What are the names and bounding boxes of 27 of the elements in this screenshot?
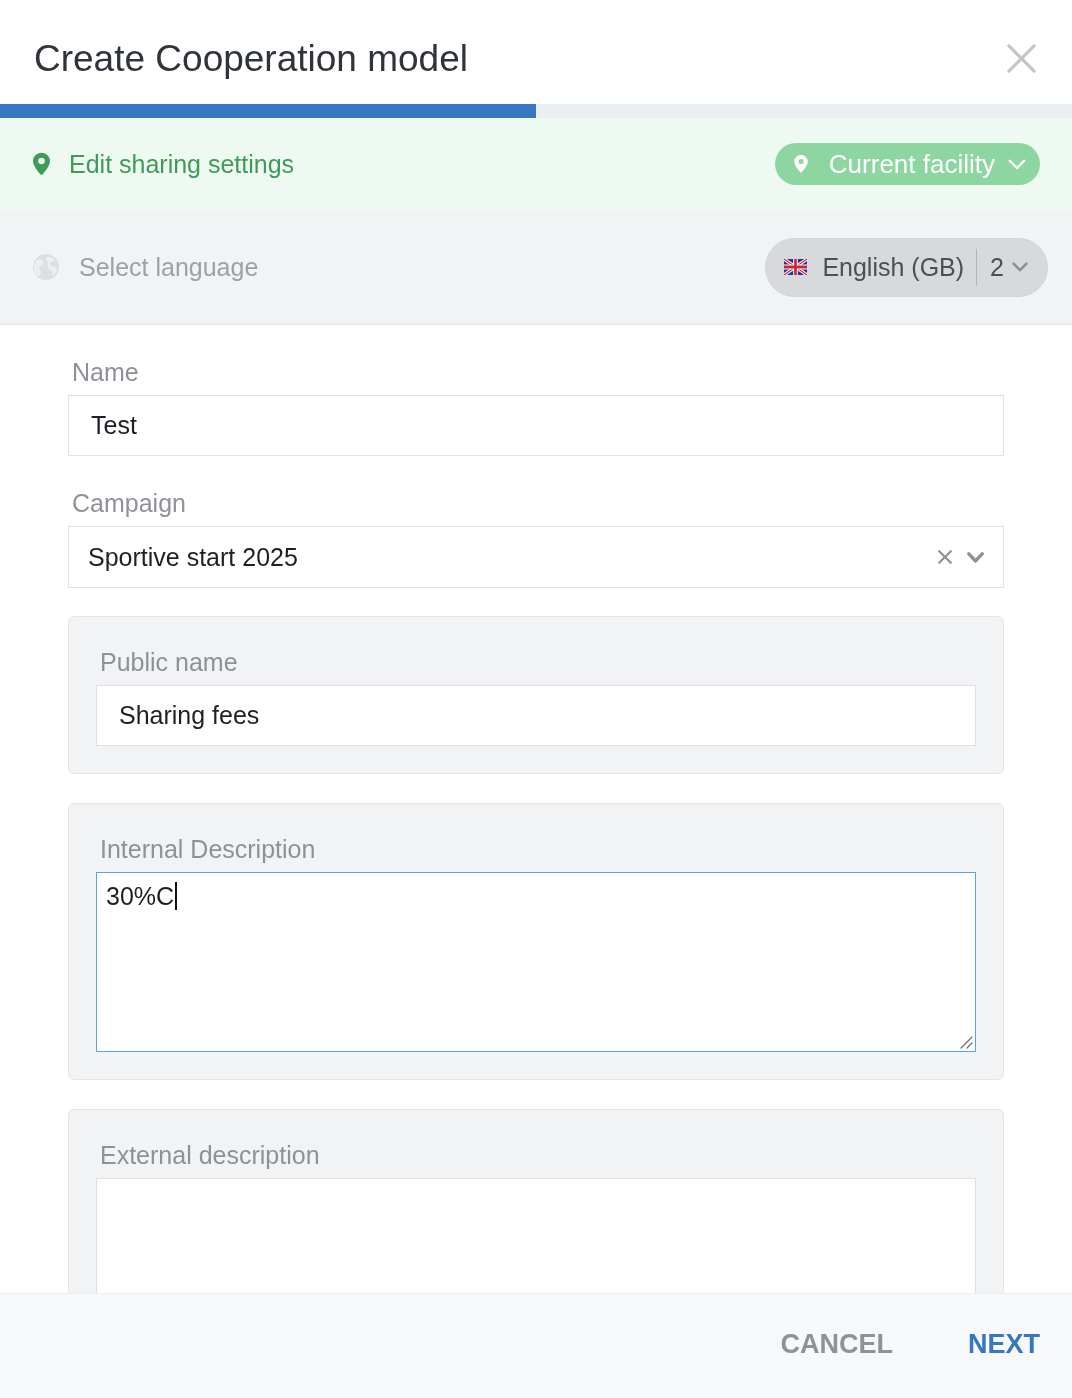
clear-icon[interactable] bbox=[938, 550, 952, 564]
text-cursor-icon bbox=[175, 882, 178, 910]
chevron-down-icon bbox=[1012, 262, 1028, 272]
chevron-down-icon bbox=[967, 551, 984, 563]
location-pin-icon bbox=[33, 151, 50, 177]
sharing-settings-link[interactable]: Edit sharing settings bbox=[69, 149, 295, 179]
dropdown-select[interactable]: Sportive start 2025 bbox=[68, 526, 1004, 588]
text-input[interactable]: Sharing fees bbox=[96, 685, 976, 746]
language-label: Select language bbox=[79, 252, 259, 282]
textarea-field[interactable]: 30%C bbox=[96, 872, 976, 1052]
field-label: Internal Description bbox=[100, 834, 316, 864]
textarea-field[interactable] bbox=[96, 1178, 976, 1293]
dialog-title: Create Cooperation model bbox=[34, 39, 468, 77]
language-count: 2 bbox=[990, 252, 1004, 282]
field-label: Public name bbox=[100, 647, 238, 677]
field-label: Name bbox=[72, 357, 139, 387]
cancel-button[interactable]: CANCEL bbox=[780, 1328, 893, 1360]
field-label: External description bbox=[100, 1140, 320, 1170]
field-label: Campaign bbox=[72, 488, 186, 518]
chevron-down-icon bbox=[1008, 158, 1026, 170]
location-pin-icon bbox=[793, 155, 808, 173]
text-input[interactable]: Test bbox=[68, 395, 1004, 456]
flag-icon bbox=[784, 259, 808, 275]
close-icon[interactable] bbox=[1007, 43, 1036, 73]
language-dropdown[interactable]: English (GB) 2 bbox=[765, 237, 1048, 297]
next-button[interactable]: NEXT bbox=[968, 1328, 1040, 1360]
resize-handle-icon[interactable] bbox=[959, 1035, 973, 1049]
